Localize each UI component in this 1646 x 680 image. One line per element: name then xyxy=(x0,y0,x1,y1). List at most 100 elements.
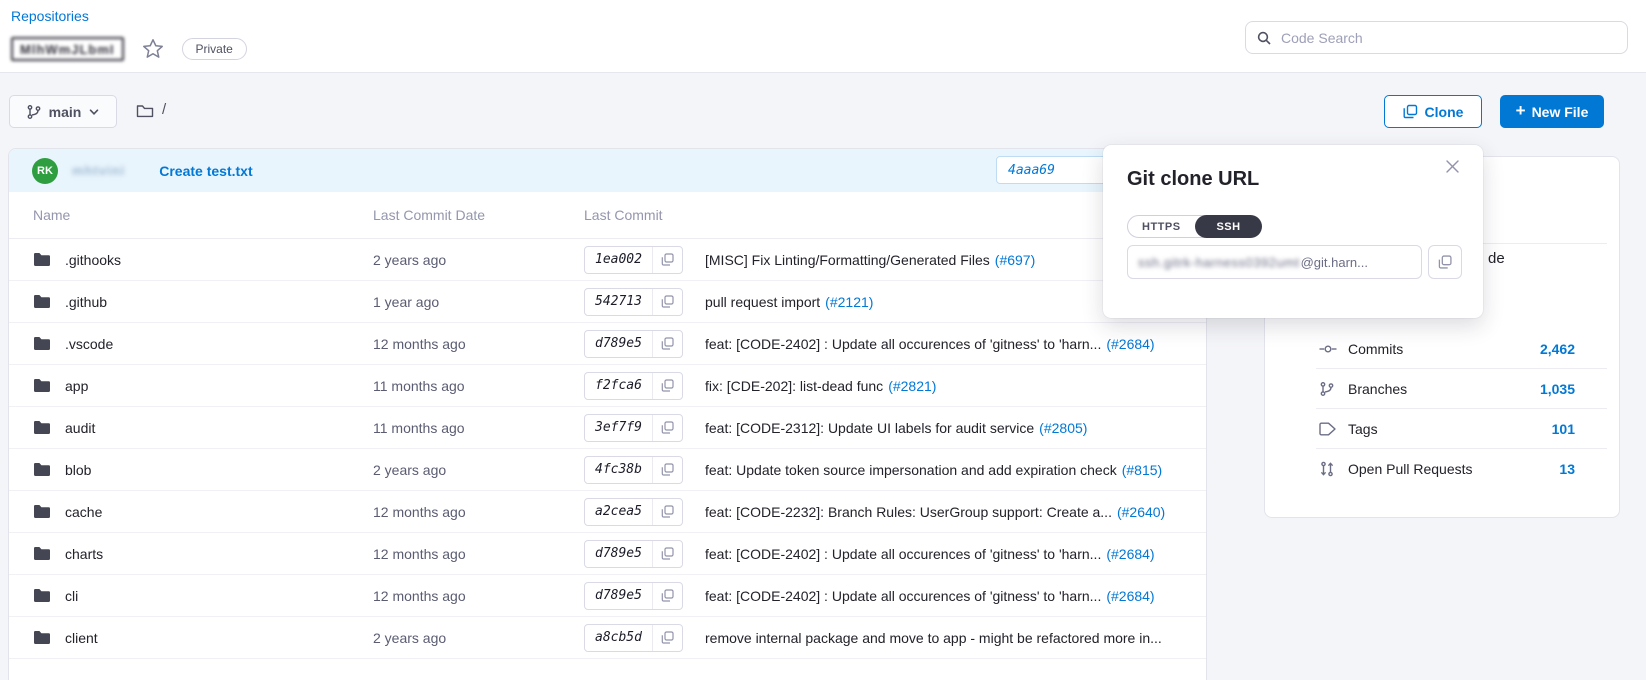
stat-row-commits[interactable]: Commits 2,462 xyxy=(1265,329,1619,368)
commit-sha-chip: 1ea002 xyxy=(584,246,683,274)
file-name[interactable]: .github xyxy=(65,294,107,310)
commit-message[interactable]: feat: [CODE-2402] : Update all occurence… xyxy=(705,336,1101,352)
table-row[interactable]: .vscode 12 months ago d789e5 feat: [CODE… xyxy=(9,323,1206,365)
close-icon[interactable] xyxy=(1441,155,1463,177)
commit-message[interactable]: pull request import xyxy=(705,294,820,310)
file-name[interactable]: blob xyxy=(65,462,91,478)
folder-path-icon xyxy=(136,103,154,119)
commit-sha[interactable]: 1ea002 xyxy=(585,247,652,273)
stat-value[interactable]: 1,035 xyxy=(1540,381,1575,397)
copy-icon[interactable] xyxy=(652,373,682,399)
new-file-button[interactable]: + New File xyxy=(1500,95,1604,128)
breadcrumb-repositories[interactable]: Repositories xyxy=(11,8,89,24)
file-name[interactable]: .githooks xyxy=(65,252,121,268)
folder-icon xyxy=(33,252,51,267)
pr-link[interactable]: (#2121) xyxy=(825,294,873,310)
pr-link[interactable]: (#697) xyxy=(995,252,1035,268)
repo-title-row: MlhWmJLbmI Private xyxy=(11,36,247,62)
git-branch-icon xyxy=(1319,381,1337,397)
git-branch-icon xyxy=(26,104,42,120)
branch-selector[interactable]: main xyxy=(9,95,117,128)
commit-date: 2 years ago xyxy=(373,462,584,478)
commit-message[interactable]: feat: [CODE-2402] : Update all occurence… xyxy=(705,588,1101,604)
stat-label: Commits xyxy=(1348,341,1540,357)
commit-sha[interactable]: f2fca6 xyxy=(585,373,652,399)
commit-sha[interactable]: d789e5 xyxy=(585,541,652,567)
stat-value[interactable]: 2,462 xyxy=(1540,341,1575,357)
pr-link[interactable]: (#2684) xyxy=(1106,336,1154,352)
pr-link[interactable]: (#815) xyxy=(1122,462,1162,478)
commit-message[interactable]: [MISC] Fix Linting/Formatting/Generated … xyxy=(705,252,990,268)
commit-message[interactable]: feat: [CODE-2402] : Update all occurence… xyxy=(705,546,1101,562)
copy-icon[interactable] xyxy=(652,499,682,525)
table-row[interactable]: cache 12 months ago a2cea5 feat: [CODE-2… xyxy=(9,491,1206,533)
commit-sha[interactable]: 3ef7f9 xyxy=(585,415,652,441)
commit-message[interactable]: feat: [CODE-2232]: Branch Rules: UserGro… xyxy=(705,504,1112,520)
table-row[interactable]: .githooks 2 years ago 1ea002 [MISC] Fix … xyxy=(9,239,1206,281)
latest-commit-message-link[interactable]: Create test.txt xyxy=(159,163,252,179)
commit-sha-chip: 542713 xyxy=(584,288,683,316)
copy-icon[interactable] xyxy=(652,583,682,609)
pr-link[interactable]: (#2684) xyxy=(1106,546,1154,562)
file-name[interactable]: audit xyxy=(65,420,95,436)
folder-icon xyxy=(33,420,51,435)
latest-commit-sha[interactable]: 4aaa69 xyxy=(996,156,1108,184)
commit-sha[interactable]: 542713 xyxy=(585,289,652,315)
file-name[interactable]: client xyxy=(65,630,98,646)
copy-url-button[interactable] xyxy=(1428,245,1462,279)
table-row[interactable]: client 2 years ago a8cb5d remove interna… xyxy=(9,617,1206,659)
clone-button[interactable]: Clone xyxy=(1384,95,1482,128)
copy-icon[interactable] xyxy=(652,541,682,567)
copy-icon[interactable] xyxy=(652,289,682,315)
file-name[interactable]: cli xyxy=(65,588,78,604)
commit-sha[interactable]: a2cea5 xyxy=(585,499,652,525)
stat-row-branches[interactable]: Branches 1,035 xyxy=(1265,369,1619,408)
copy-icon[interactable] xyxy=(652,247,682,273)
copy-icon[interactable] xyxy=(652,625,682,651)
code-search-box[interactable] xyxy=(1245,21,1628,54)
search-input[interactable] xyxy=(1281,30,1617,46)
stat-value[interactable]: 13 xyxy=(1559,461,1575,477)
commit-sha-chip: d789e5 xyxy=(584,540,683,568)
avatar: RK xyxy=(32,158,58,184)
commit-sha-chip: d789e5 xyxy=(584,582,683,610)
table-row[interactable]: cli 12 months ago d789e5 feat: [CODE-240… xyxy=(9,575,1206,617)
stat-row-pull-requests[interactable]: Open Pull Requests 13 xyxy=(1265,449,1619,488)
tab-ssh[interactable]: SSH xyxy=(1195,215,1262,238)
git-clone-popover: Git clone URL HTTPS SSH ssh.gitrk-harnes… xyxy=(1103,145,1483,318)
stat-value[interactable]: 101 xyxy=(1552,421,1575,437)
column-header-date: Last Commit Date xyxy=(373,207,584,223)
commit-sha[interactable]: d789e5 xyxy=(585,583,652,609)
clone-url-field[interactable]: ssh.gitrk-harness0392umt @git.harn... xyxy=(1127,245,1422,279)
file-name[interactable]: app xyxy=(65,378,88,394)
pr-link[interactable]: (#2640) xyxy=(1117,504,1165,520)
pr-link[interactable]: (#2805) xyxy=(1039,420,1087,436)
commit-sha[interactable]: d789e5 xyxy=(585,331,652,357)
table-row[interactable]: audit 11 months ago 3ef7f9 feat: [CODE-2… xyxy=(9,407,1206,449)
commit-message[interactable]: feat: Update token source impersonation … xyxy=(705,462,1117,478)
copy-icon[interactable] xyxy=(652,415,682,441)
table-row[interactable]: app 11 months ago f2fca6 fix: [CDE-202]:… xyxy=(9,365,1206,407)
stat-row-tags[interactable]: Tags 101 xyxy=(1265,409,1619,448)
pr-link[interactable]: (#2821) xyxy=(888,378,936,394)
commit-sha[interactable]: a8cb5d xyxy=(585,625,652,651)
private-badge: Private xyxy=(182,38,247,60)
folder-icon xyxy=(33,336,51,351)
commit-message[interactable]: remove internal package and move to app … xyxy=(705,630,1162,646)
table-row[interactable]: blob 2 years ago 4fc38b feat: Update tok… xyxy=(9,449,1206,491)
clone-icon xyxy=(1403,104,1418,119)
table-row[interactable]: .github 1 year ago 542713 pull request i… xyxy=(9,281,1206,323)
path-root[interactable]: / xyxy=(162,101,166,118)
commit-message[interactable]: fix: [CDE-202]: list-dead func xyxy=(705,378,883,394)
table-row[interactable]: charts 12 months ago d789e5 feat: [CODE-… xyxy=(9,533,1206,575)
commit-message[interactable]: feat: [CODE-2312]: Update UI labels for … xyxy=(705,420,1034,436)
commit-sha[interactable]: 4fc38b xyxy=(585,457,652,483)
star-icon[interactable] xyxy=(140,36,166,62)
pr-link[interactable]: (#2684) xyxy=(1106,588,1154,604)
file-name[interactable]: .vscode xyxy=(65,336,113,352)
copy-icon[interactable] xyxy=(652,331,682,357)
commit-sha-chip: 3ef7f9 xyxy=(584,414,683,442)
file-name[interactable]: cache xyxy=(65,504,102,520)
file-name[interactable]: charts xyxy=(65,546,103,562)
copy-icon[interactable] xyxy=(652,457,682,483)
